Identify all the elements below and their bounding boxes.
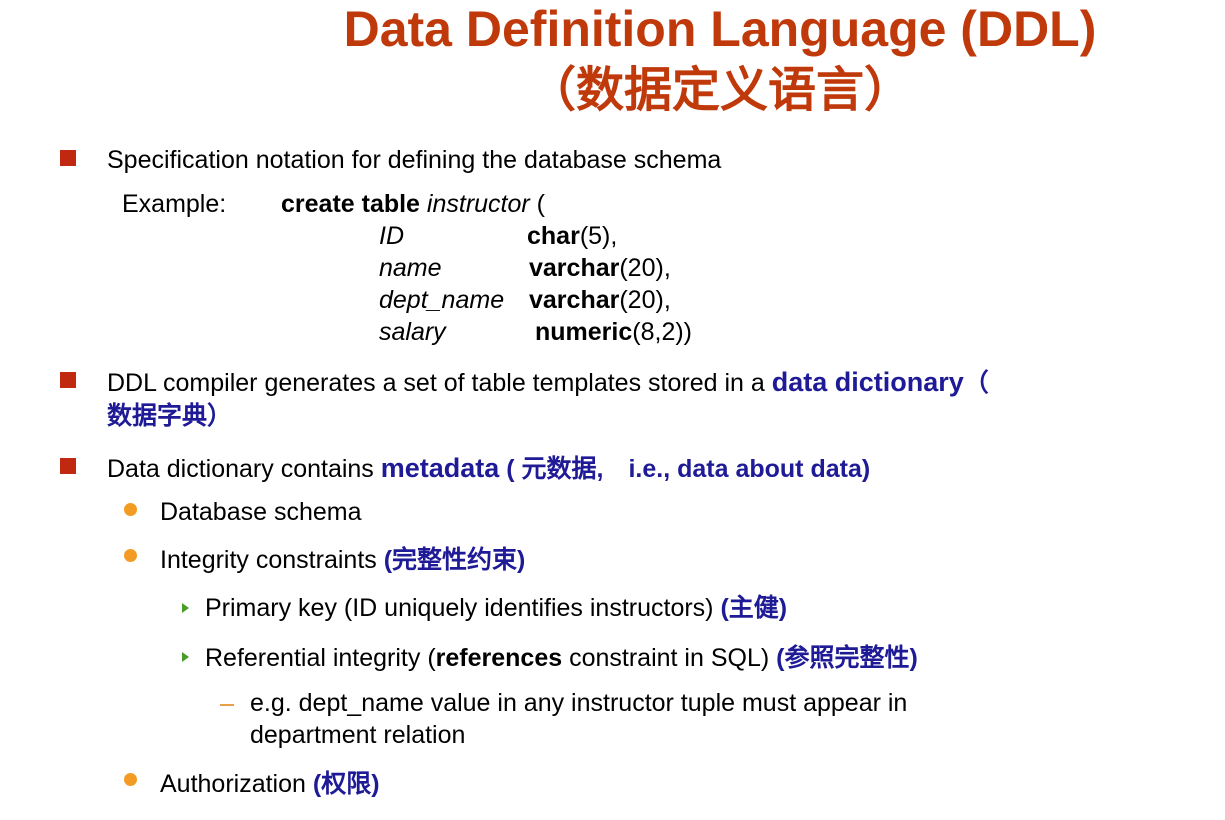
square-bullet-icon: [60, 372, 76, 388]
table-name: instructor: [426, 190, 530, 218]
page-title: Data Definition Language (DDL): [343, 1, 1097, 57]
page-subtitle-chinese: （数据定义语言）: [527, 64, 912, 117]
subsub-primary-key: Primary key (ID uniquely identifies inst…: [205, 594, 788, 622]
column-name-dept-name: dept_name: [379, 286, 505, 314]
term-metadata: metadata: [380, 453, 500, 483]
square-bullet-icon: [60, 458, 76, 474]
sub-database-schema: Database schema: [160, 498, 362, 526]
bullet-data-dictionary: Data dictionary contains metadata ( 元数据,…: [107, 453, 871, 483]
square-bullet-icon: [60, 150, 76, 166]
example-label: Example:: [122, 190, 227, 218]
dot-bullet-icon: [124, 549, 137, 562]
dot-bullet-icon: [124, 773, 137, 786]
example-line-2: department relation: [250, 721, 466, 749]
dash-bullet-icon: [220, 704, 234, 706]
bullet-spec-text: Specification notation for defining the …: [107, 146, 722, 174]
arrow-bullet-icon: [182, 652, 189, 662]
column-name-salary: salary: [379, 318, 446, 346]
column-type-id: char(5),: [527, 222, 618, 250]
create-table-keyword: create table: [281, 190, 420, 218]
subsub-referential-integrity: Referential integrity (references constr…: [205, 644, 918, 672]
arrow-bullet-icon: [182, 603, 189, 613]
column-type-dept-name: varchar(20),: [529, 286, 671, 314]
dot-bullet-icon: [124, 503, 137, 516]
open-paren: (: [529, 190, 546, 218]
term-data-dictionary: data dictionary: [771, 367, 964, 397]
column-name-id: ID: [379, 222, 404, 250]
column-type-salary: numeric(8,2)): [535, 318, 692, 346]
example-line-1: e.g. dept_name value in any instructor t…: [250, 689, 908, 717]
references-keyword: references: [435, 644, 563, 672]
create-table-line: create table instructor (: [281, 188, 545, 220]
column-name-name: name: [379, 254, 442, 282]
bullet-ddl-compiler-line1: DDL compiler generates a set of table te…: [107, 367, 989, 397]
column-type-name: varchar(20),: [529, 254, 671, 282]
sub-authorization: Authorization (权限): [160, 770, 380, 798]
bullet-ddl-compiler-cn: 数据字典）: [107, 402, 233, 430]
sub-integrity-constraints: Integrity constraints (完整性约束): [160, 546, 526, 574]
